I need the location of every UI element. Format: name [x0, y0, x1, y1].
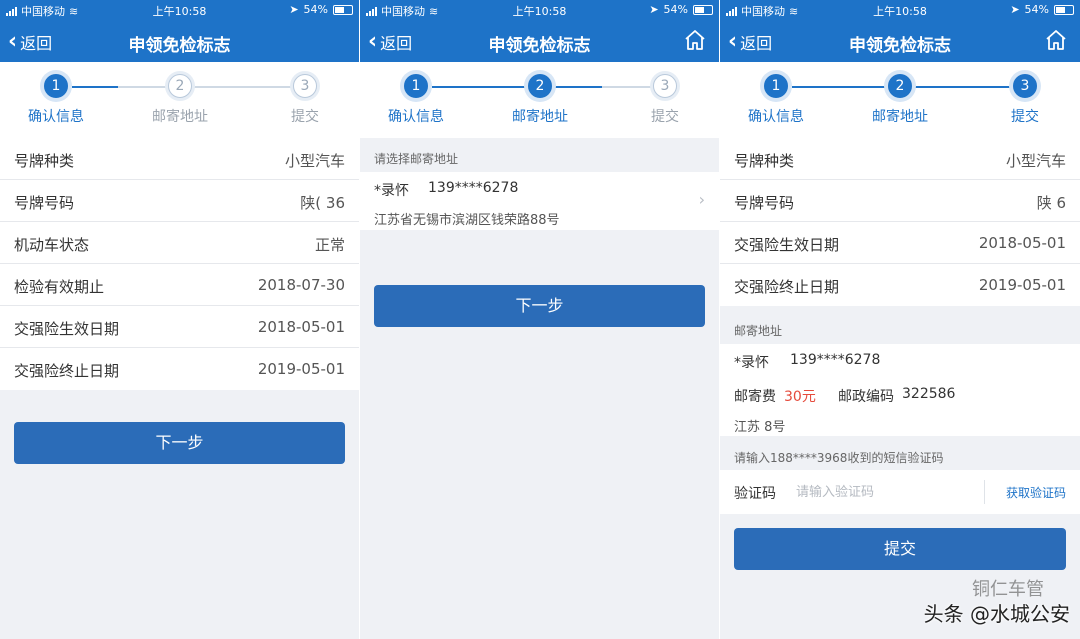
mail-address-card: *录怀 139****6278 邮寄费 30元 邮政编码 322586 江苏 8…: [720, 344, 1080, 436]
step-label: 邮寄地址: [152, 109, 208, 125]
info-row: 号牌种类 小型汽车: [720, 138, 1080, 180]
step-label: 邮寄地址: [872, 109, 928, 125]
step-label: 确认信息: [28, 109, 84, 125]
info-row: 机动车状态 正常: [0, 222, 359, 264]
step-label: 提交: [1011, 109, 1039, 125]
step-2: 2 邮寄地址: [135, 74, 225, 126]
address-text: 江苏省无锡市滨湖区钱荣路88号: [374, 213, 560, 228]
section-label: 请选择邮寄地址: [374, 152, 459, 166]
vehicle-info-list: 号牌种类 小型汽车 号牌号码陕 6 交强险生效日期 2018-05-01 交强险终止…: [720, 138, 1080, 306]
verify-code-row: 验证码 获取验证码: [720, 470, 1080, 514]
info-row: 交强险生效日期 2018-05-01: [0, 306, 359, 348]
step-label: 确认信息: [748, 109, 804, 125]
screen-confirm-info: 中国移动 ≋ 上午10:58 ➤ 54% ‹ 返回 申领免检标志 1 确认信息 2邮…: [0, 0, 359, 639]
step-label: 提交: [651, 109, 679, 125]
info-row: 交强险终止日期 2019-05-01: [14, 360, 345, 380]
info-row: 检验有效期止 2018-07-30: [0, 264, 359, 306]
step-indicator: 1 确认信息 2 邮寄地址 3 提交: [0, 62, 359, 138]
postcode-value: 322586: [902, 386, 956, 402]
vehicle-info-list: 号牌种类 小型汽车 号牌号码 陕( 36 机动车状态 正常 检验有效期止 2018-07…: [0, 138, 359, 390]
home-icon[interactable]: [1044, 28, 1068, 52]
fee-label: 邮寄费: [734, 389, 776, 405]
status-right: ➤ 54%: [289, 3, 353, 16]
status-bar: 中国移动 ≋ 上午10:58 ➤ 54%: [360, 0, 719, 20]
info-row: 交强险终止日期 2019-05-01: [734, 276, 1066, 296]
step-3: 3 提交: [260, 74, 350, 126]
battery-icon: [693, 4, 713, 15]
get-code-button[interactable]: 获取验证码: [1006, 484, 1066, 501]
divider: [984, 480, 985, 504]
postcode-label: 邮政编码: [838, 389, 894, 405]
top-bar: 中国移动 ≋ 上午10:58 ➤ 54% ‹ 返回 申领免检标志: [0, 0, 359, 62]
recipient-name: *录怀: [374, 183, 409, 199]
step-1: 1 确认信息: [731, 74, 821, 126]
location-icon: ➤: [289, 3, 299, 16]
top-bar: 中国移动 ≋ 上午10:58 ➤ 54% ‹ 返回 申领免检标志: [360, 0, 719, 62]
step-label: 确认信息: [388, 109, 444, 125]
page-title: 申领免检标志: [128, 36, 231, 56]
submit-button[interactable]: 提交: [734, 528, 1066, 570]
status-right: ➤ 54%: [1010, 3, 1074, 16]
watermark-credit: 头条 @水城公安: [923, 602, 1070, 626]
step-label: 提交: [291, 109, 319, 125]
step-label: 邮寄地址: [512, 109, 568, 125]
info-row: 号牌种类 小型汽车: [0, 138, 359, 180]
info-row: 号牌号码 陕( 36: [0, 180, 359, 222]
fee-value: 30元: [784, 389, 816, 405]
next-button[interactable]: 下一步: [374, 285, 705, 327]
chevron-right-icon: ›: [698, 190, 705, 209]
battery-percent: 54%: [303, 3, 328, 16]
step-indicator: 1 确认信息 2 邮寄地址 3 提交: [360, 62, 719, 138]
step-2: 2 邮寄地址: [495, 74, 585, 126]
nav-bar: ‹ 返回 申领免检标志: [0, 22, 359, 60]
page-title: 申领免检标志: [488, 36, 591, 56]
address-card[interactable]: *录怀 139****6278 江苏省无锡市滨湖区钱荣路88号 ›: [360, 172, 719, 230]
step-3: 3 提交: [620, 74, 710, 126]
top-bar: 中国移动 ≋ 上午10:58 ➤ 54% ‹ 返回 申领免检标志: [720, 0, 1080, 62]
section-label: 邮寄地址: [734, 324, 783, 338]
step-1: 1 确认信息: [371, 74, 461, 126]
info-row: 号牌号码陕 6: [720, 180, 1080, 222]
next-button[interactable]: 下一步: [14, 422, 345, 464]
sms-hint: 请输入188****3968收到的短信验证码: [734, 451, 944, 465]
screen-mail-address: 中国移动 ≋ 上午10:58 ➤ 54% ‹ 返回 申领免检标志 1 确认信息 2邮…: [360, 0, 719, 639]
status-right: ➤ 54%: [649, 3, 713, 16]
location-icon: ➤: [1010, 3, 1020, 16]
nav-bar: ‹ 返回 申领免检标志: [720, 22, 1080, 60]
home-icon[interactable]: [683, 28, 707, 52]
recipient-phone: 139****6278: [790, 352, 881, 368]
step-2: 2 邮寄地址: [855, 74, 945, 126]
address-text: 江苏 8号: [734, 420, 786, 435]
status-bar: 中国移动 ≋ 上午10:58 ➤ 54%: [720, 0, 1080, 20]
battery-icon: [333, 4, 353, 15]
code-label: 验证码: [734, 486, 776, 502]
nav-bar: ‹ 返回 申领免检标志: [360, 22, 719, 60]
battery-percent: 54%: [1024, 3, 1049, 16]
status-bar: 中国移动 ≋ 上午10:58 ➤ 54%: [0, 0, 359, 20]
step-1: 1 确认信息: [11, 74, 101, 126]
battery-icon: [1054, 4, 1074, 15]
step-3: 3 提交: [980, 74, 1070, 126]
info-row: 交强险生效日期 2018-05-01: [720, 222, 1080, 264]
location-icon: ➤: [649, 3, 659, 16]
step-indicator: 1 确认信息 2 邮寄地址 3 提交: [720, 62, 1080, 138]
page-title: 申领免检标志: [849, 36, 951, 56]
battery-percent: 54%: [663, 3, 688, 16]
recipient-name: *录怀: [734, 355, 769, 371]
recipient-phone: 139****6278: [428, 180, 519, 196]
screen-submit: 中国移动 ≋ 上午10:58 ➤ 54% ‹ 返回 申领免检标志 1 确认信息 2邮…: [720, 0, 1080, 639]
code-input[interactable]: [796, 478, 976, 506]
